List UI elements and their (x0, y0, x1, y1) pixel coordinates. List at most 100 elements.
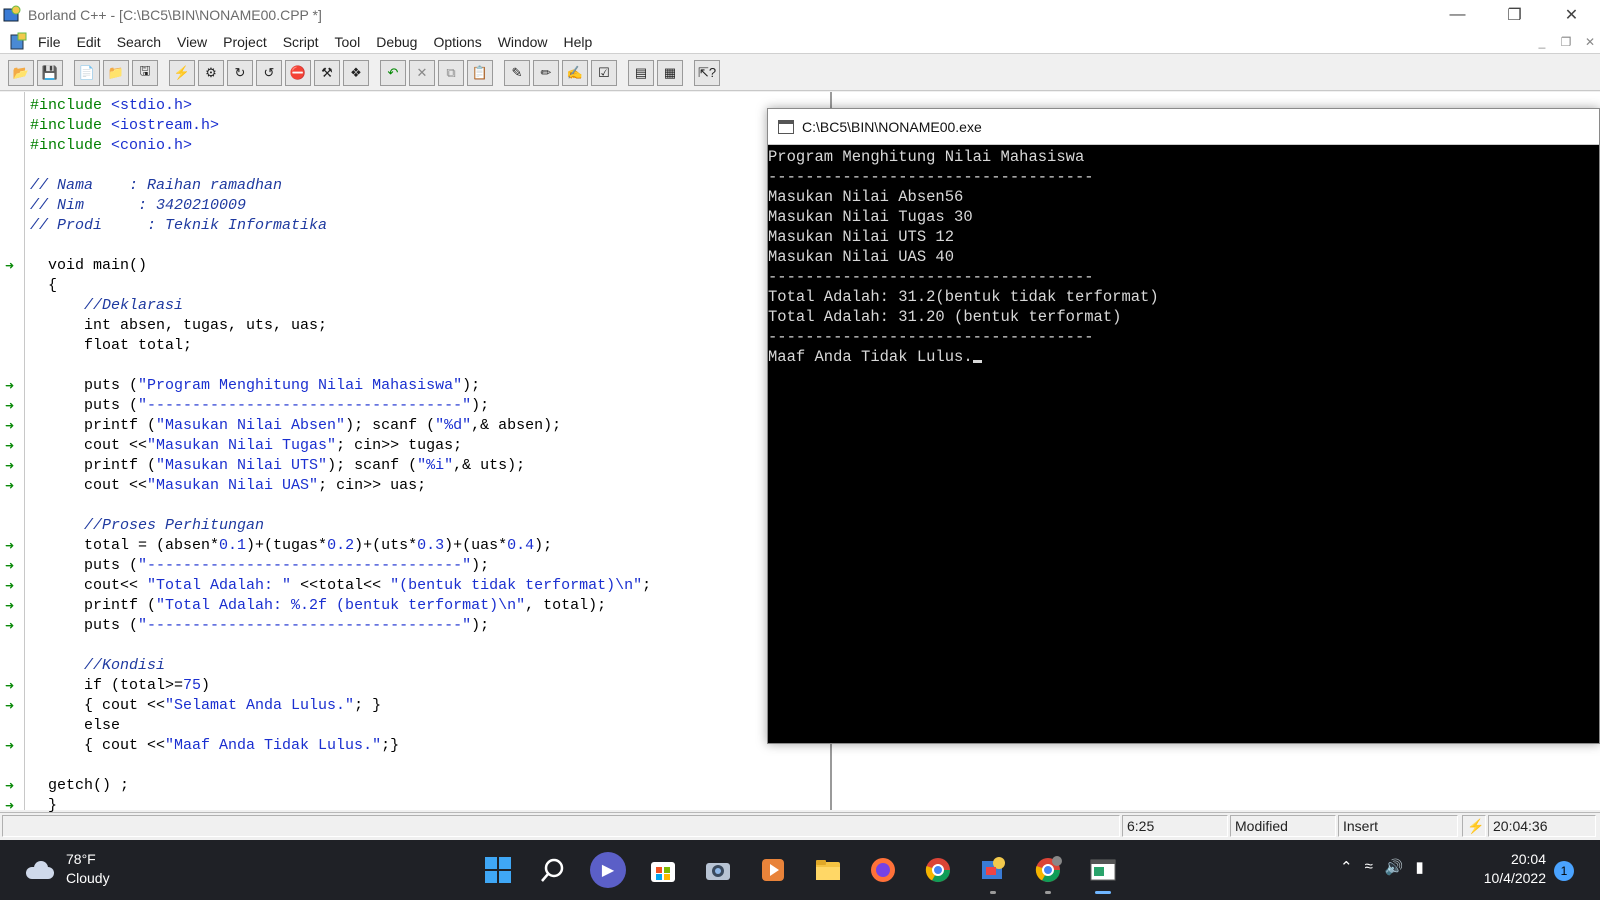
mdi-close-button[interactable]: ✕ (1580, 33, 1600, 51)
mdi-restore-button[interactable]: ❐ (1556, 33, 1576, 51)
document-icon[interactable] (8, 31, 30, 53)
menu-project[interactable]: Project (215, 34, 275, 50)
menu-edit[interactable]: Edit (69, 34, 109, 50)
menu-script[interactable]: Script (275, 34, 327, 50)
breakpoint-marker-icon[interactable]: ➜ (5, 439, 21, 453)
notification-badge[interactable]: 1 (1554, 861, 1574, 881)
breakpoint-marker-icon[interactable]: ➜ (5, 739, 21, 753)
video-editor-icon[interactable] (755, 852, 791, 888)
chrome-profile-icon[interactable] (1030, 852, 1066, 894)
code-line[interactable]: getch() ; (30, 776, 651, 796)
search-icon[interactable]: ✎ (504, 59, 530, 86)
code-line[interactable]: puts ("---------------------------------… (30, 556, 651, 576)
compile-icon[interactable]: ⚒ (314, 59, 340, 86)
code-line[interactable] (30, 636, 651, 656)
undo-icon[interactable]: ↶ (380, 59, 406, 86)
breakpoint-icon[interactable]: ❖ (343, 59, 369, 86)
open-project-icon[interactable]: 📂 (8, 59, 34, 86)
breakpoint-marker-icon[interactable]: ➜ (5, 259, 21, 273)
restore-button[interactable]: ❐ (1486, 0, 1543, 30)
trace-into-icon[interactable]: ↺ (256, 59, 282, 86)
menu-options[interactable]: Options (425, 34, 489, 50)
code-line[interactable]: { (30, 276, 651, 296)
code-line[interactable]: total = (absen*0.1)+(tugas*0.2)+(uts*0.3… (30, 536, 651, 556)
camera-icon[interactable] (700, 852, 736, 888)
code-line[interactable] (30, 356, 651, 376)
code-line[interactable]: if (total>=75) (30, 676, 651, 696)
menu-window[interactable]: Window (490, 34, 556, 50)
firefox-icon[interactable] (865, 852, 901, 888)
breakpoint-marker-icon[interactable]: ➜ (5, 479, 21, 493)
borland-app-icon[interactable] (2, 5, 22, 25)
code-line[interactable]: //Deklarasi (30, 296, 651, 316)
cut-icon[interactable]: ✕ (409, 59, 435, 86)
minimize-button[interactable]: — (1429, 0, 1486, 30)
breakpoint-marker-icon[interactable]: ➜ (5, 559, 21, 573)
wifi-icon[interactable]: ≈ (1365, 858, 1373, 876)
help-icon[interactable]: ⇱? (694, 59, 720, 86)
code-line[interactable] (30, 496, 651, 516)
breakpoint-marker-icon[interactable]: ➜ (5, 399, 21, 413)
code-line[interactable]: cout <<"Masukan Nilai Tugas"; cin>> tuga… (30, 436, 651, 456)
message-window-icon[interactable]: ▤ (628, 59, 654, 86)
project-window-icon[interactable]: ▦ (657, 59, 683, 86)
console-title-bar[interactable]: C:\BC5\BIN\NONAME00.exe (768, 109, 1599, 145)
breakpoint-marker-icon[interactable]: ➜ (5, 679, 21, 693)
new-file-icon[interactable]: 📄 (74, 59, 100, 86)
menu-help[interactable]: Help (556, 34, 601, 50)
console-window[interactable]: C:\BC5\BIN\NONAME00.exe Program Menghitu… (767, 108, 1600, 744)
code-line[interactable]: puts ("---------------------------------… (30, 616, 651, 636)
code-line[interactable]: #include <iostream.h> (30, 116, 651, 136)
code-editor[interactable]: ➜ ➜ ➜ ➜ ➜ ➜ ➜ ➜ ➜ ➜ ➜ ➜ ➜ ➜ ➜ ➜ ➜ #include <stdio.h> #inc… (0, 92, 832, 814)
code-line[interactable]: cout <<"Masukan Nilai UAS"; cin>> uas; (30, 476, 651, 496)
breakpoint-marker-icon[interactable]: ➜ (5, 619, 21, 633)
code-line[interactable]: #include <conio.h> (30, 136, 651, 156)
make-icon[interactable]: ⚙ (198, 59, 224, 86)
code-line[interactable]: printf ("Total Adalah: %.2f (bentuk terf… (30, 596, 651, 616)
weather-widget[interactable]: 78°F Cloudy (24, 850, 110, 888)
menu-search[interactable]: Search (109, 34, 169, 50)
source-code[interactable]: #include <stdio.h> #include <iostream.h> #… (30, 96, 651, 816)
code-line[interactable]: // Prodi : Teknik Informatika (30, 216, 651, 236)
code-line[interactable]: else (30, 716, 651, 736)
paste-icon[interactable]: 📋 (467, 59, 493, 86)
code-line[interactable]: //Kondisi (30, 656, 651, 676)
code-line[interactable]: int absen, tugas, uts, uas; (30, 316, 651, 336)
code-line[interactable]: float total; (30, 336, 651, 356)
show-hidden-icons-icon[interactable]: ⌃ (1340, 858, 1353, 876)
code-line[interactable]: void main() (30, 256, 651, 276)
breakpoint-marker-icon[interactable]: ➜ (5, 699, 21, 713)
close-button[interactable]: ✕ (1543, 0, 1600, 30)
open-file-icon[interactable]: 📁 (103, 59, 129, 86)
breakpoint-marker-icon[interactable]: ➜ (5, 419, 21, 433)
copy-icon[interactable]: ⧉ (438, 59, 464, 86)
breakpoint-marker-icon[interactable]: ➜ (5, 379, 21, 393)
step-over-icon[interactable]: ↻ (227, 59, 253, 86)
file-explorer-icon[interactable] (810, 852, 846, 888)
menu-debug[interactable]: Debug (368, 34, 425, 50)
windows-start-icon[interactable] (480, 852, 516, 888)
breakpoint-marker-icon[interactable]: ➜ (5, 459, 21, 473)
store-icon[interactable] (645, 852, 681, 888)
breakpoint-marker-icon[interactable]: ➜ (5, 599, 21, 613)
code-line[interactable]: //Proses Perhitungan (30, 516, 651, 536)
browse-icon[interactable]: ☑ (591, 59, 617, 86)
chat-icon[interactable]: ▶ (590, 852, 626, 888)
code-line[interactable]: cout<< "Total Adalah: " <<total<< "(bent… (30, 576, 651, 596)
battery-icon[interactable]: ▮ (1416, 858, 1424, 876)
stop-icon[interactable]: ⛔ (285, 59, 311, 86)
code-line[interactable]: #include <stdio.h> (30, 96, 651, 116)
mdi-minimize-button[interactable]: _ (1532, 33, 1552, 51)
code-line[interactable] (30, 156, 651, 176)
code-line[interactable]: { cout <<"Maaf Anda Tidak Lulus.";} (30, 736, 651, 756)
code-line[interactable] (30, 236, 651, 256)
run-icon[interactable]: ⚡ (169, 59, 195, 86)
breakpoint-marker-icon[interactable]: ➜ (5, 539, 21, 553)
code-line[interactable]: puts ("---------------------------------… (30, 396, 651, 416)
volume-icon[interactable]: 🔊 (1385, 858, 1404, 876)
breakpoint-marker-icon[interactable]: ➜ (5, 779, 21, 793)
code-line[interactable] (30, 756, 651, 776)
breakpoint-marker-icon[interactable]: ➜ (5, 579, 21, 593)
clock[interactable]: 20:04 10/4/2022 (1472, 850, 1546, 888)
replace-icon[interactable]: ✏ (533, 59, 559, 86)
